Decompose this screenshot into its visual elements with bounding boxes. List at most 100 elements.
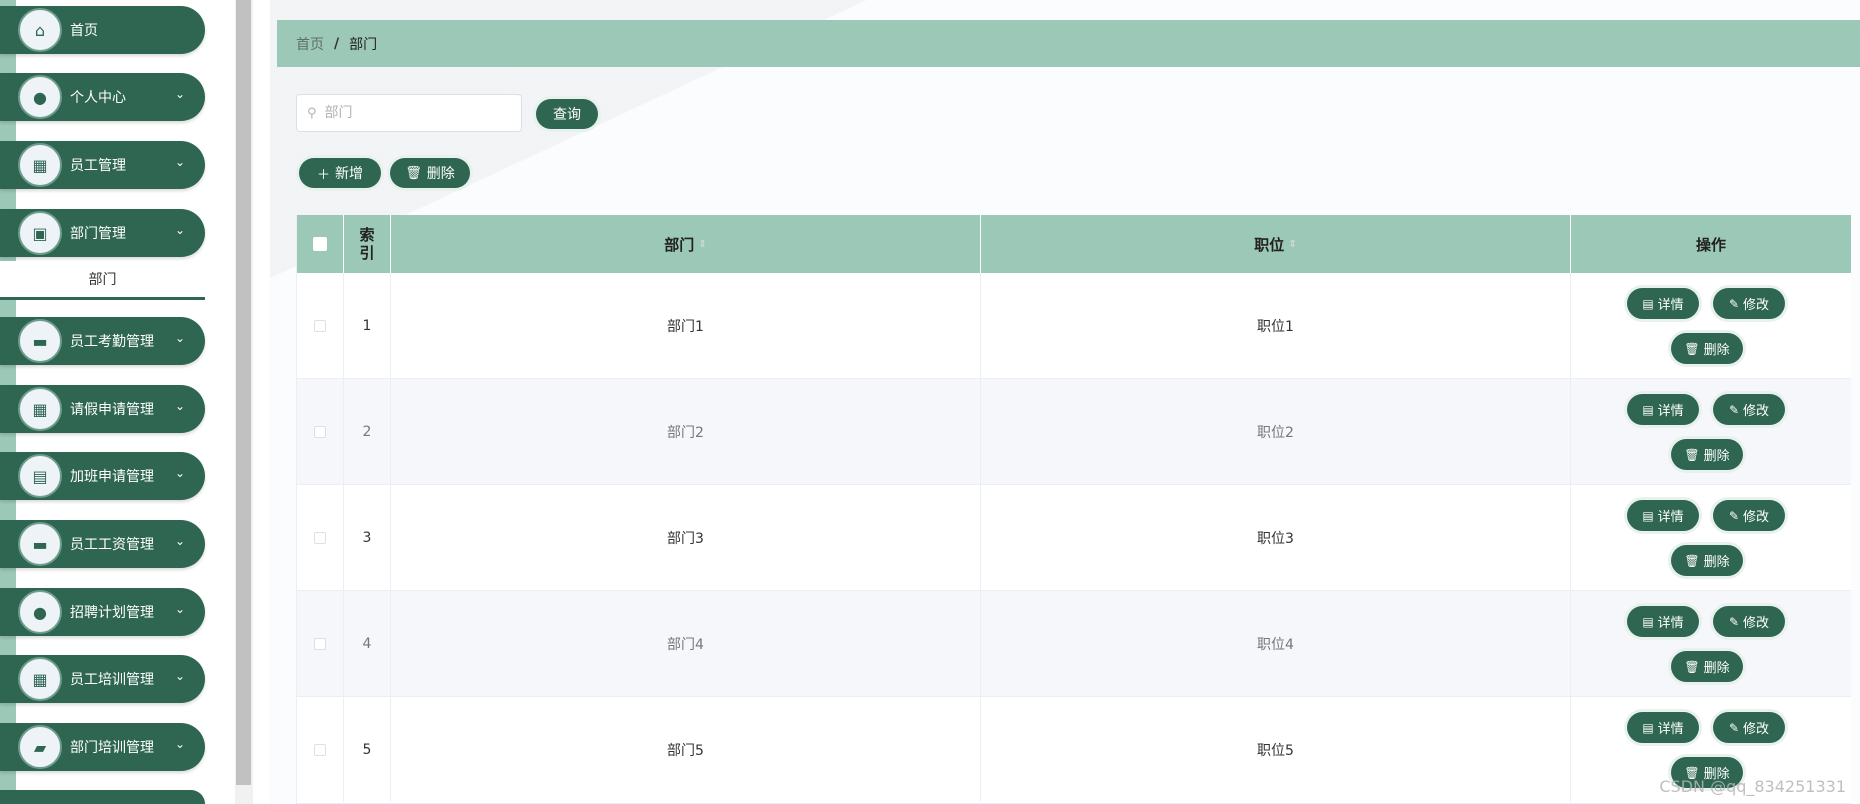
sidebar-item-overtime[interactable]: ▤ 加班申请管理 ⌄	[0, 452, 205, 500]
briefcase-icon: ▤	[18, 454, 62, 498]
header-dept[interactable]: 部门 ⇕	[391, 215, 981, 273]
row-select[interactable]	[297, 485, 344, 590]
row-checkbox[interactable]	[314, 425, 326, 438]
sidebar-item-label: 招聘计划管理	[70, 605, 154, 621]
row-checkbox[interactable]	[314, 531, 326, 544]
header-position-label: 职位	[1254, 235, 1285, 254]
row-actions: ▤ 详情 ✎ 修改 🗑 删除	[1571, 379, 1851, 484]
pencil-icon: ✎	[1728, 720, 1740, 735]
edit-button[interactable]: ✎ 修改	[1713, 712, 1785, 743]
row-position: 职位2	[981, 379, 1571, 484]
edit-label: 修改	[1743, 298, 1770, 313]
row-select[interactable]	[297, 591, 344, 696]
chevron-down-icon: ⌄	[174, 737, 185, 751]
search-field[interactable]: ⚲	[296, 94, 522, 132]
sort-icon[interactable]: ⇕	[698, 239, 706, 250]
edit-button[interactable]: ✎ 修改	[1713, 394, 1785, 425]
detail-label: 详情	[1657, 616, 1684, 631]
delete-button-label: 删除	[426, 166, 455, 182]
clipboard-icon: ▣	[18, 211, 62, 255]
search-input[interactable]	[322, 104, 507, 122]
sidebar-item-label: 员工管理	[70, 158, 126, 174]
sidebar-item-personal-center[interactable]: ● 个人中心 ⌄	[0, 73, 205, 121]
header-dept-label: 部门	[664, 235, 695, 254]
row-index: 5	[344, 697, 391, 802]
search-icon: ⚲	[307, 105, 317, 121]
row-position: 职位5	[981, 697, 1571, 802]
delete-label: 删除	[1703, 343, 1730, 358]
row-checkbox[interactable]	[314, 743, 326, 756]
edit-button[interactable]: ✎ 修改	[1713, 500, 1785, 531]
detail-button[interactable]: ▤ 详情	[1627, 606, 1699, 637]
sidebar-item-department[interactable]: ▣ 部门管理 ⌄	[0, 209, 205, 257]
sidebar-item-home[interactable]: ⌂ 首页	[0, 6, 205, 54]
breadcrumb-home[interactable]: 首页	[296, 34, 324, 54]
watermark: CSDN @qq_834251331	[1659, 777, 1846, 796]
delete-label: 删除	[1703, 661, 1730, 676]
row-checkbox[interactable]	[314, 319, 326, 332]
chevron-down-icon: ⌄	[174, 223, 185, 237]
row-select[interactable]	[297, 273, 344, 378]
row-delete-button[interactable]: 🗑 删除	[1671, 333, 1743, 364]
add-button[interactable]: ＋ 新增	[299, 158, 381, 188]
table-row: 4 部门4 职位4 ▤ 详情 ✎ 修改 🗑 删除	[297, 591, 1851, 697]
sidebar-item-label: 个人中心	[70, 90, 126, 106]
document-icon: ▤	[1642, 614, 1654, 629]
row-actions: ▤ 详情 ✎ 修改 🗑 删除	[1571, 591, 1851, 696]
pencil-icon: ✎	[1728, 402, 1740, 417]
wallet-icon: ▰	[18, 725, 62, 769]
row-delete-button[interactable]: 🗑 删除	[1671, 439, 1743, 470]
sidebar-item-recruitment[interactable]: ● 招聘计划管理 ⌄	[0, 588, 205, 636]
department-table: 索 引 部门 ⇕ 职位 ⇕ 操作 1 部门1 职位1 ▤ 详情 ✎ 修改 🗑 删除 2 部…	[296, 215, 1851, 804]
query-button-label: 查询	[553, 107, 581, 123]
row-dept: 部门5	[391, 697, 981, 802]
sidebar-item-employee-training[interactable]: ▦ 员工培训管理 ⌄	[0, 655, 205, 703]
row-dept: 部门3	[391, 485, 981, 590]
sidebar-item-label: 请假申请管理	[70, 402, 154, 418]
detail-button[interactable]: ▤ 详情	[1627, 500, 1699, 531]
grid-icon: ▦	[18, 387, 62, 431]
query-button[interactable]: 查询	[536, 99, 598, 129]
row-delete-button[interactable]: 🗑 删除	[1671, 545, 1743, 576]
sidebar-item-employee[interactable]: ▦ 员工管理 ⌄	[0, 141, 205, 189]
row-actions: ▤ 详情 ✎ 修改 🗑 删除	[1571, 485, 1851, 590]
trash-icon: 🗑	[405, 165, 422, 181]
chevron-down-icon: ⌄	[174, 331, 185, 345]
delete-button[interactable]: 🗑 删除	[390, 158, 470, 188]
sidebar-item-partial[interactable]	[0, 790, 205, 804]
sidebar-item-attendance[interactable]: ▬ 员工考勤管理 ⌄	[0, 317, 205, 365]
header-select-all[interactable]	[297, 215, 344, 273]
sidebar-item-label: 员工培训管理	[70, 672, 154, 688]
detail-button[interactable]: ▤ 详情	[1627, 288, 1699, 319]
row-index: 3	[344, 485, 391, 590]
row-dept: 部门2	[391, 379, 981, 484]
row-select[interactable]	[297, 697, 344, 802]
trash-icon: 🗑	[1684, 447, 1700, 462]
sidebar-item-label: 加班申请管理	[70, 469, 154, 485]
header-position[interactable]: 职位 ⇕	[981, 215, 1571, 273]
edit-button[interactable]: ✎ 修改	[1713, 288, 1785, 319]
chevron-down-icon: ⌄	[174, 399, 185, 413]
select-all-checkbox[interactable]	[313, 237, 327, 251]
sidebar-item-leave[interactable]: ▦ 请假申请管理 ⌄	[0, 385, 205, 433]
trash-icon: 🗑	[1684, 341, 1700, 356]
sidebar-item-label: 部门管理	[70, 226, 126, 242]
chevron-down-icon: ⌄	[174, 534, 185, 548]
row-delete-button[interactable]: 🗑 删除	[1671, 651, 1743, 682]
sidebar-item-label: 部门培训管理	[70, 740, 154, 756]
pencil-icon: ✎	[1728, 296, 1740, 311]
row-checkbox[interactable]	[314, 637, 326, 650]
sidebar-scrollbar-thumb[interactable]	[236, 0, 251, 785]
detail-button[interactable]: ▤ 详情	[1627, 712, 1699, 743]
edit-label: 修改	[1743, 722, 1770, 737]
detail-button[interactable]: ▤ 详情	[1627, 394, 1699, 425]
sidebar-item-department-training[interactable]: ▰ 部门培训管理 ⌄	[0, 723, 205, 771]
sort-icon[interactable]: ⇕	[1288, 239, 1296, 250]
table-row: 3 部门3 职位3 ▤ 详情 ✎ 修改 🗑 删除	[297, 485, 1851, 591]
row-select[interactable]	[297, 379, 344, 484]
edit-button[interactable]: ✎ 修改	[1713, 606, 1785, 637]
detail-label: 详情	[1657, 510, 1684, 525]
sidebar-item-salary[interactable]: ▬ 员工工资管理 ⌄	[0, 520, 205, 568]
sidebar-subitem-department[interactable]: 部门	[0, 261, 205, 300]
chevron-down-icon: ⌄	[174, 87, 185, 101]
